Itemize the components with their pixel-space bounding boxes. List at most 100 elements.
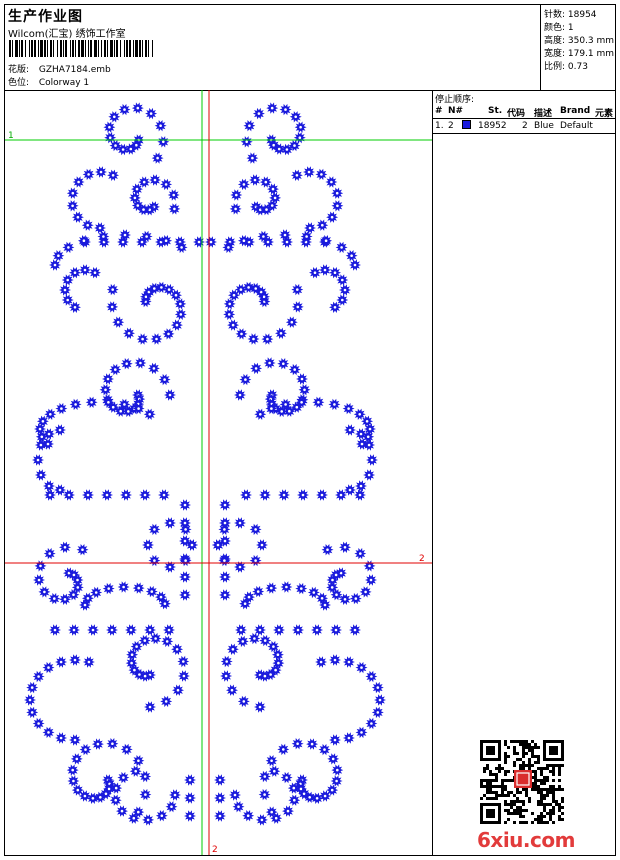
rhinestone-icon (68, 624, 80, 636)
rhinestone-icon (291, 283, 304, 296)
rhinestone-icon (230, 189, 243, 201)
rhinestone-icon (26, 681, 39, 694)
production-worksheet: 生产作业图 Wilcom(汇宝) 绣饰工作室 花版: GZHA7184.emb … (4, 4, 616, 856)
rhinestone-icon (252, 585, 265, 598)
rhinestone-icon (277, 743, 290, 756)
rhinestone-icon (174, 298, 187, 310)
rhinestone-icon (145, 585, 158, 598)
rhinestone-icon (130, 640, 143, 653)
col-header-stitches: St. (488, 106, 503, 116)
rhinestone-icon (99, 384, 112, 396)
rhinestone-icon (101, 489, 113, 501)
rhinestone-icon (226, 643, 239, 656)
rhinestone-icon (237, 695, 250, 708)
rhinestone-icon (240, 136, 253, 148)
rhinestone-icon (214, 810, 226, 822)
rhinestone-icon (112, 316, 125, 328)
rhinestone-icon (158, 373, 171, 386)
rhinestone-icon (161, 635, 174, 648)
guide-label-2-v: 2 (212, 845, 218, 855)
rhinestone-icon (120, 357, 133, 370)
row-divider (433, 133, 615, 134)
rhinestone-icon (132, 754, 145, 767)
rhinestone-icon (139, 489, 151, 501)
rhinestone-icon (126, 648, 139, 661)
design-canvas[interactable]: 1 2 2 (5, 90, 433, 855)
rhinestone-icon (26, 706, 39, 719)
rhinestone-icon (69, 734, 81, 746)
rhinestone-icon (249, 554, 262, 567)
rhinestone-icon (44, 489, 56, 501)
rhinestone-icon (315, 168, 328, 181)
rhinestone-icon (363, 469, 376, 481)
rhinestone-icon (62, 241, 75, 254)
guide-label-1: 1 (8, 131, 14, 141)
rhinestone-icon (325, 176, 338, 188)
row-desc: Blue (534, 121, 554, 131)
rhinestone-icon (167, 189, 180, 201)
row-index: 1. (435, 121, 444, 131)
design-file-row: 花版: GZHA7184.emb (8, 62, 111, 75)
rhinestone-icon (219, 571, 231, 583)
rhinestone-icon (72, 176, 85, 188)
rhinestone-icon (205, 236, 217, 248)
rhinestone-icon (32, 717, 45, 730)
rhinestone-icon (168, 203, 181, 215)
rhinestone-icon (303, 166, 315, 178)
rhinestone-icon (335, 241, 348, 254)
rhinestone-icon (349, 624, 361, 636)
rhinestone-icon (220, 655, 233, 668)
design-height: 高度: 350.3 mm (544, 36, 615, 46)
rhinestone-icon (363, 560, 376, 572)
design-file-name: GZHA7184.emb (38, 65, 111, 75)
rhinestone-icon (120, 489, 132, 501)
rhinestone-icon (277, 357, 290, 370)
rhinestone-icon (297, 489, 309, 501)
rhinestone-icon (271, 648, 284, 661)
rhinestone-icon (91, 738, 104, 750)
rhinestone-icon (179, 499, 191, 511)
rhinestone-icon (43, 547, 56, 560)
rhinestone-icon (256, 539, 268, 551)
rhinestone-icon (232, 800, 245, 813)
rhinestone-icon (67, 775, 80, 787)
rhinestone-icon (108, 111, 121, 123)
rhinestone-icon (247, 333, 260, 345)
rhinestone-icon (109, 794, 122, 806)
rhinestone-icon (143, 408, 156, 421)
rhinestone-icon (330, 624, 342, 636)
rhinestone-icon (306, 738, 319, 750)
rhinestone-icon (103, 121, 116, 133)
rhinestone-icon (69, 266, 81, 279)
site-watermark: 6xiu.com (477, 828, 575, 852)
col-header-index: # (435, 106, 443, 116)
rhinestone-icon (355, 726, 368, 739)
rhinestone-icon (102, 373, 114, 385)
rhinestone-icon (255, 814, 268, 826)
rhinestone-icon (330, 775, 343, 787)
rhinestone-icon (160, 695, 173, 708)
qr-code-icon (480, 740, 564, 824)
design-preview: 1 2 2 (5, 90, 432, 855)
rhinestone-icon (295, 582, 308, 595)
colorway-label: 色位: (8, 78, 30, 88)
colorway-row: 色位: Colorway 1 (8, 75, 89, 88)
rhinestone-icon (259, 489, 271, 501)
rhinestone-icon (304, 222, 316, 234)
rhinestone-icon (179, 571, 191, 583)
rhinestone-icon (321, 543, 334, 556)
rhinestone-icon (117, 236, 129, 248)
rhinestone-icon (151, 152, 164, 164)
rhinestone-icon (355, 661, 368, 674)
rhinestone-icon (349, 259, 361, 271)
rhinestone-icon (365, 717, 378, 730)
rhinestone-icon (54, 424, 66, 436)
rhinestone-icon (331, 764, 344, 776)
rhinestone-icon (342, 732, 355, 744)
col-header-needle: N# (448, 106, 464, 116)
rhinestone-icon (236, 635, 249, 648)
rhinestone-icon (288, 363, 301, 376)
rhinestone-icon (374, 694, 386, 706)
rhinestone-icon (316, 219, 329, 231)
rhinestone-icon (318, 743, 331, 756)
